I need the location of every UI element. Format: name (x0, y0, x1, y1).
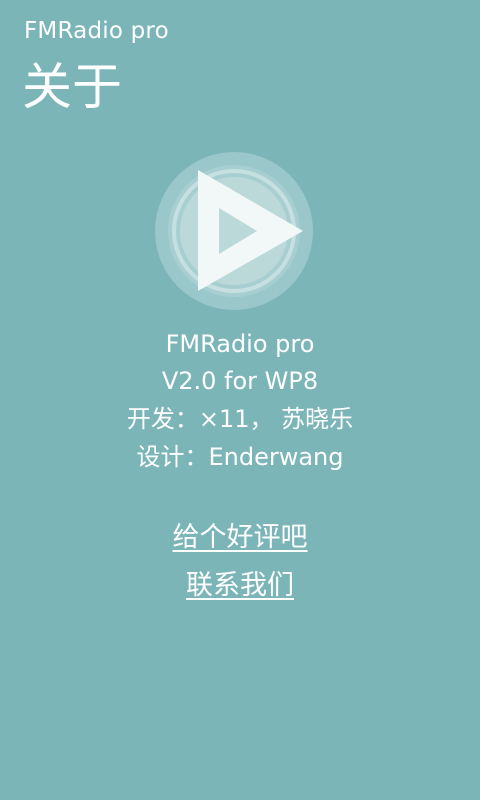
about-info: FMRadio pro V2.0 for WP8 开发：×11， 苏晓乐 设计：… (0, 325, 480, 476)
info-version: V2.0 for WP8 (161, 367, 319, 395)
app-title: FMRadio pro (24, 18, 169, 44)
play-icon (155, 152, 313, 310)
contact-us-link[interactable]: 联系我们 (0, 562, 480, 610)
info-designer: 设计：Enderwang (136, 443, 344, 471)
info-app-name: FMRadio pro (165, 330, 315, 358)
about-links: 给个好评吧 联系我们 (0, 514, 480, 610)
info-developer: 开发：×11， 苏晓乐 (126, 405, 354, 433)
rate-app-link[interactable]: 给个好评吧 (0, 514, 480, 562)
page-title: 关于 (22, 58, 122, 116)
